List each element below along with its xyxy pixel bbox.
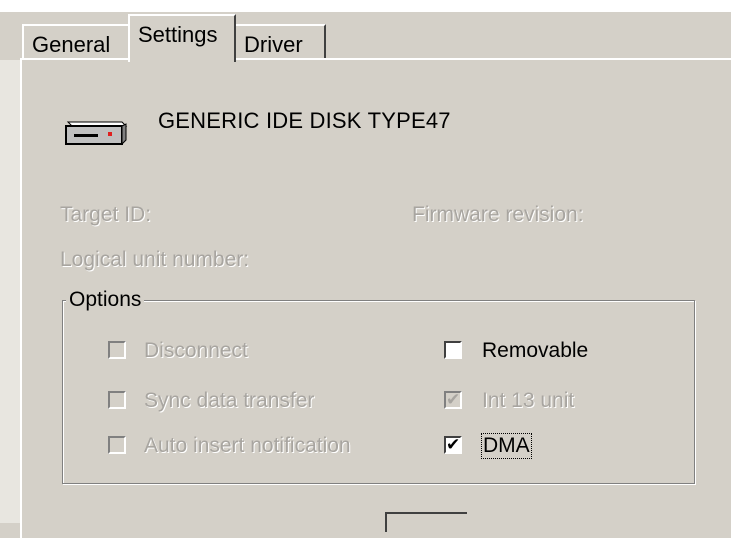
dma-label: DMA	[481, 433, 532, 459]
tab-settings[interactable]: Settings	[128, 14, 236, 62]
tab-settings-label: Settings	[138, 22, 218, 47]
checkmark-icon: ✔	[446, 390, 461, 409]
int13-unit-checkbox[interactable]: ✔	[444, 391, 462, 409]
disconnect-label: Disconnect	[144, 339, 248, 362]
tab-driver[interactable]: Driver	[234, 24, 326, 60]
bottom-field[interactable]	[385, 512, 467, 532]
hard-disk-icon	[65, 121, 128, 146]
device-name: GENERIC IDE DISK TYPE47	[158, 108, 451, 133]
dialog-left-edge	[0, 60, 20, 523]
auto-insert-notification-checkbox[interactable]	[108, 436, 126, 454]
tab-strip: General Settings Driver	[0, 12, 731, 62]
removable-label: Removable	[482, 339, 589, 362]
tab-general[interactable]: General	[22, 24, 130, 60]
target-id-label: Target ID:	[60, 203, 152, 226]
disconnect-checkbox[interactable]	[108, 341, 126, 359]
tab-general-label: General	[32, 32, 111, 57]
logical-unit-number-label: Logical unit number:	[60, 248, 250, 271]
window-top-edge	[0, 0, 731, 12]
checkmark-icon: ✔	[446, 435, 461, 454]
removable-checkbox[interactable]	[444, 341, 462, 359]
sync-data-transfer-checkbox[interactable]	[108, 391, 126, 409]
tab-driver-label: Driver	[244, 32, 303, 57]
int13-unit-label: Int 13 unit	[482, 389, 575, 412]
dma-checkbox[interactable]: ✔	[444, 436, 462, 454]
options-legend: Options	[66, 288, 145, 312]
auto-insert-notification-label: Auto insert notification	[144, 434, 351, 457]
firmware-revision-label: Firmware revision:	[412, 203, 584, 226]
sync-data-transfer-label: Sync data transfer	[144, 389, 315, 412]
